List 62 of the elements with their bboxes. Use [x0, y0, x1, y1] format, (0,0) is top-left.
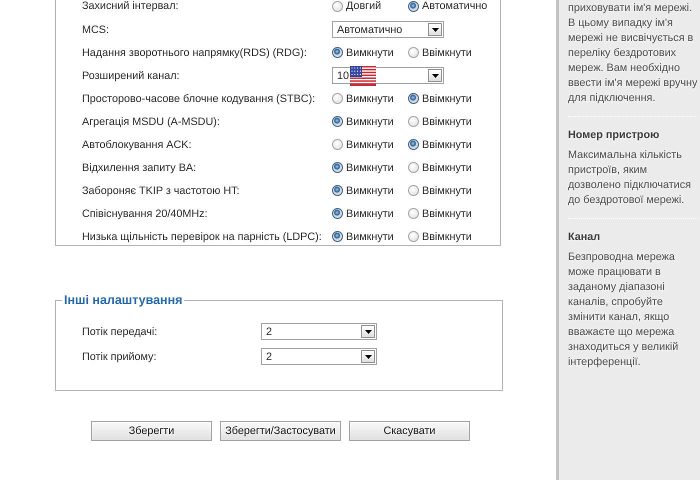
- radio-button[interactable]: [332, 47, 343, 58]
- option-label: Ввімкнути: [422, 138, 472, 150]
- setting-label: Співіснування 20/40MHz:: [82, 208, 209, 220]
- setting-label: Потік прийому:: [82, 350, 158, 362]
- radio-button[interactable]: [332, 231, 343, 242]
- radio-button[interactable]: [408, 139, 419, 150]
- setting-label: Просторово-часове блочне кодування (STBC):: [82, 92, 316, 104]
- option-label: Вимкнути: [346, 138, 394, 150]
- dropdown[interactable]: 2: [261, 323, 377, 340]
- setting-label: Агрегація MSDU (A-MSDU):: [82, 116, 221, 128]
- setting-label: MCS:: [82, 24, 110, 36]
- radio-button[interactable]: [332, 162, 343, 173]
- radio-button[interactable]: [408, 93, 419, 104]
- option-label: Вимкнути: [346, 230, 394, 242]
- option-label: Ввімкнути: [422, 116, 472, 128]
- group-title: Інші налаштування: [63, 293, 184, 307]
- help-text: Максимальна кількість пристроїв, яким дозволено підключатися до бездротової мережі.: [568, 148, 692, 208]
- radio-button[interactable]: [332, 185, 343, 196]
- option-label: Ввімкнути: [422, 184, 472, 196]
- help-heading: Номер пристрою: [568, 129, 660, 141]
- help-text: Безпроводна мережа може працювати в заданому діапазоні каналів, спробуйте змінити канал, якщо вважаєте що мережа знаходиться у великій інтерференції.: [568, 250, 680, 370]
- option-label: Вимкнути: [346, 46, 394, 58]
- setting-label: Забороняє TKIP з частотою HT:: [82, 184, 241, 196]
- option-label: Вимкнути: [346, 162, 394, 174]
- option-label: Ввімкнути: [422, 230, 472, 242]
- option-label: Вимкнути: [346, 92, 394, 104]
- option-label: Вимкнути: [346, 184, 394, 196]
- radio-button[interactable]: [408, 47, 419, 58]
- radio-button[interactable]: [408, 0, 419, 12]
- action-button[interactable]: Зберегти/Застосувати: [220, 421, 341, 441]
- setting-label: Низька щільність перевірок на парність (LDPC):: [82, 230, 323, 242]
- setting-label: Розширений канал:: [82, 70, 181, 82]
- radio-button[interactable]: [408, 231, 419, 242]
- help-text: приховувати ім'я мережі. В цьому випадку ім'я мережі не висвічується в переліку бездротових мереж. Вам необхідно ввести ім'я мережі вручну для підключення.: [568, 1, 698, 106]
- option-label: Автоматично: [422, 0, 488, 12]
- action-button[interactable]: Зберегти: [91, 421, 212, 441]
- dropdown[interactable]: Автоматично: [332, 21, 444, 38]
- option-label: Вимкнути: [346, 116, 394, 128]
- radio-button[interactable]: [408, 208, 419, 219]
- action-button[interactable]: Скасувати: [349, 421, 470, 441]
- radio-button[interactable]: [408, 185, 419, 196]
- option-label: Ввімкнути: [422, 208, 472, 220]
- setting-label: Захисний інтервал:: [82, 0, 180, 12]
- radio-button[interactable]: [332, 208, 343, 219]
- radio-button[interactable]: [332, 116, 343, 127]
- option-label: Довгий: [346, 0, 382, 12]
- option-label: Ввімкнути: [422, 46, 472, 58]
- radio-button[interactable]: [408, 116, 419, 127]
- option-label: Вимкнути: [346, 208, 394, 220]
- dropdown[interactable]: 2: [261, 348, 377, 365]
- option-label: Ввімкнути: [422, 162, 472, 174]
- radio-button[interactable]: [408, 162, 419, 173]
- radio-button[interactable]: [332, 139, 343, 150]
- setting-label: Відхилення запиту BA:: [82, 162, 198, 174]
- setting-label: Надання зворотнього напрямку(RDS) (RDG):: [82, 46, 308, 58]
- radio-button[interactable]: [332, 93, 343, 104]
- option-label: Ввімкнути: [422, 92, 472, 104]
- help-heading: Канал: [568, 231, 602, 243]
- radio-button[interactable]: [332, 0, 343, 12]
- setting-label: Автоблокування ACK:: [82, 138, 192, 150]
- dropdown[interactable]: 10: [332, 67, 444, 84]
- setting-label: Потік передачі:: [82, 326, 158, 338]
